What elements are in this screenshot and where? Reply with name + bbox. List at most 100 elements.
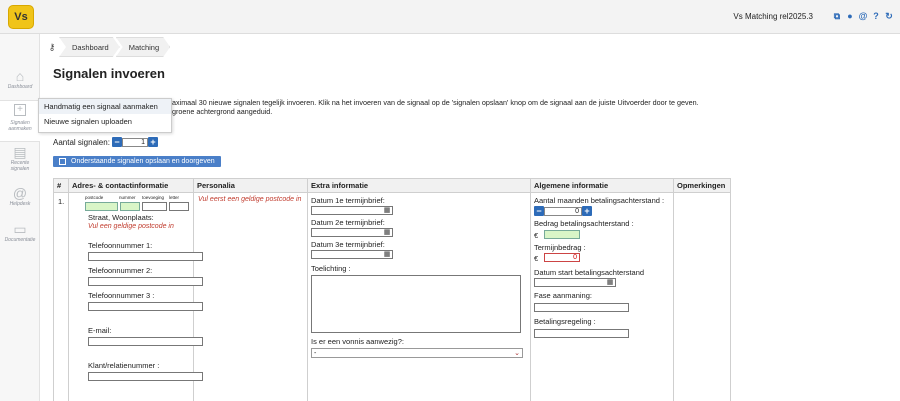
top-bar: Vs Vs Matching rel2025.3 ⧉ ● @ ? ↻ <box>0 0 900 34</box>
col-header-personalia: Personalia <box>193 178 308 193</box>
personalia-error: Vul eerst een geldige postcode in <box>198 196 302 203</box>
refresh-icon[interactable]: ↻ <box>884 11 894 21</box>
at-icon[interactable]: @ <box>858 11 868 21</box>
col-header-number: # <box>53 178 69 193</box>
phone2-label: Telefoonnummer 2: <box>88 266 153 275</box>
client-number-input[interactable] <box>88 372 203 381</box>
menu-item-handmatig[interactable]: Handmatig een signaal aanmaken <box>39 99 171 114</box>
email-input[interactable] <box>88 337 203 346</box>
aantal-label: Aantal signalen: <box>53 138 110 147</box>
col-header-extra: Extra informatie <box>307 178 531 193</box>
datum2-input[interactable] <box>311 228 393 237</box>
key-icon[interactable]: ⚷ <box>41 37 63 57</box>
toelichting-label: Toelichting : <box>311 264 351 273</box>
postcode-error: Vul een geldige postcode in <box>88 223 174 230</box>
toevoeging-input[interactable] <box>142 202 167 211</box>
termijn-input[interactable]: 0 <box>544 253 580 262</box>
intro-text: aximaal 30 nieuwe signalen tegelijk invo… <box>172 98 772 116</box>
home-icon: ⌂ <box>15 68 25 84</box>
datum1-label: Datum 1e termijnbrief: <box>311 196 385 205</box>
letter-label: letter <box>169 195 180 200</box>
phone3-input[interactable] <box>88 302 203 311</box>
save-signals-button[interactable]: Onderstaande signalen opslaan en doorgev… <box>53 156 221 167</box>
letter-input[interactable] <box>169 202 189 211</box>
external-link-icon[interactable]: ⧉ <box>832 11 842 21</box>
opmerkingen-cell <box>673 192 731 401</box>
increment-button[interactable]: + <box>148 137 158 147</box>
postcode-label: postcode <box>85 195 104 200</box>
nummer-label: nummer <box>119 195 136 200</box>
sidebar-item-recente-signalen[interactable]: ▤ Recente signalen <box>0 144 40 172</box>
phone2-input[interactable] <box>88 277 203 286</box>
maanden-input[interactable]: 0 <box>544 206 582 216</box>
phone1-label: Telefoonnummer 1: <box>88 241 153 250</box>
calendar-icon[interactable]: ▦ <box>606 279 614 287</box>
breadcrumb-dashboard[interactable]: Dashboard <box>59 37 120 57</box>
intro-line-1: aximaal 30 nieuwe signalen tegelijk invo… <box>172 98 699 107</box>
client-number-label: Klant/relatienummer : <box>88 361 160 370</box>
book-icon: ▭ <box>13 221 27 237</box>
user-icon[interactable]: ● <box>845 11 855 21</box>
bedrag-input[interactable] <box>544 230 580 239</box>
personalia-cell: Vul eerst een geldige postcode in <box>193 192 308 401</box>
at-icon: @ <box>12 185 28 201</box>
phone1-input[interactable] <box>88 252 203 261</box>
datum2-label: Datum 2e termijnbrief: <box>311 218 385 227</box>
calendar-icon[interactable]: ▦ <box>383 251 391 259</box>
general-info-cell: Aantal maanden betalingsachterstand : − … <box>530 192 674 401</box>
table-row: 1. postcode nummer toevoeging letter Str… <box>53 192 731 401</box>
toelichting-textarea[interactable] <box>311 275 521 333</box>
maanden-label: Aantal maanden betalingsachterstand : <box>534 196 665 205</box>
increment-button[interactable]: + <box>582 206 592 216</box>
col-header-opmerkingen: Opmerkingen <box>673 178 731 193</box>
street-label: Straat, Woonplaats: <box>88 213 154 222</box>
help-icon[interactable]: ? <box>871 11 881 21</box>
regeling-label: Betalingsregeling : <box>534 317 596 326</box>
plus-square-icon: + <box>14 104 26 116</box>
currency-symbol: € <box>534 254 539 263</box>
aantal-stepper: − 1 + <box>112 137 158 147</box>
extra-info-cell: Datum 1e termijnbrief: ▦ Datum 2e termij… <box>307 192 531 401</box>
chevron-down-icon: ⌄ <box>514 350 520 357</box>
email-label: E-mail: <box>88 326 112 335</box>
menu-item-upload[interactable]: Nieuwe signalen uploaden <box>39 114 171 129</box>
currency-symbol: € <box>534 231 539 240</box>
breadcrumb: ⚷ Dashboard Matching <box>41 36 170 58</box>
datum-start-input[interactable] <box>534 278 616 287</box>
app-version: Vs Matching rel2025.3 <box>733 12 813 21</box>
save-button-label: Onderstaande signalen opslaan en doorgev… <box>71 158 215 165</box>
regeling-input[interactable] <box>534 329 629 338</box>
datum3-input[interactable] <box>311 250 393 259</box>
aantal-input[interactable]: 1 <box>122 137 148 147</box>
vonnis-label: Is er een vonnis aanwezig?: <box>311 337 404 346</box>
termijn-label: Termijnbedrag : <box>534 243 586 252</box>
calendar-icon[interactable]: ▦ <box>383 229 391 237</box>
sidebar-item-helpdesk[interactable]: @ Helpdesk <box>0 185 40 207</box>
datum1-input[interactable] <box>311 206 393 215</box>
sidebar-item-documentatie[interactable]: ▭ Documentatie <box>0 221 40 243</box>
sidebar-item-dashboard[interactable]: ⌂ Dashboard <box>0 68 40 90</box>
sidebar: ⌂ Dashboard + Signalen aanmaken ▤ Recent… <box>0 34 40 401</box>
address-cell: postcode nummer toevoeging letter Straat… <box>68 192 203 401</box>
intro-line-2: groene achtergrond aangeduid. <box>172 107 273 116</box>
app-logo[interactable]: Vs <box>8 5 34 29</box>
breadcrumb-matching[interactable]: Matching <box>116 37 170 57</box>
postcode-input[interactable] <box>85 202 118 211</box>
phone3-label: Telefoonnummer 3 : <box>88 291 155 300</box>
fase-input[interactable] <box>534 303 629 312</box>
datum3-label: Datum 3e termijnbrief: <box>311 240 385 249</box>
vonnis-select[interactable]: - ⌄ <box>311 348 523 358</box>
decrement-button[interactable]: − <box>112 137 122 147</box>
decrement-button[interactable]: − <box>534 206 544 216</box>
datum-start-label: Datum start betalingsachterstand <box>534 268 645 277</box>
col-header-address: Adres- & contactinformatie <box>68 178 194 193</box>
nummer-input[interactable] <box>120 202 140 211</box>
sidebar-item-signalen-aanmaken[interactable]: + Signalen aanmaken <box>0 100 40 142</box>
calendar-icon[interactable]: ▦ <box>383 207 391 215</box>
fase-label: Fase aanmaning: <box>534 291 592 300</box>
page-title: Signalen invoeren <box>53 66 165 81</box>
top-icons: ⧉ ● @ ? ↻ <box>832 11 894 21</box>
save-icon <box>59 158 66 165</box>
col-header-algemeen: Algemene informatie <box>530 178 674 193</box>
vonnis-value: - <box>314 350 317 357</box>
